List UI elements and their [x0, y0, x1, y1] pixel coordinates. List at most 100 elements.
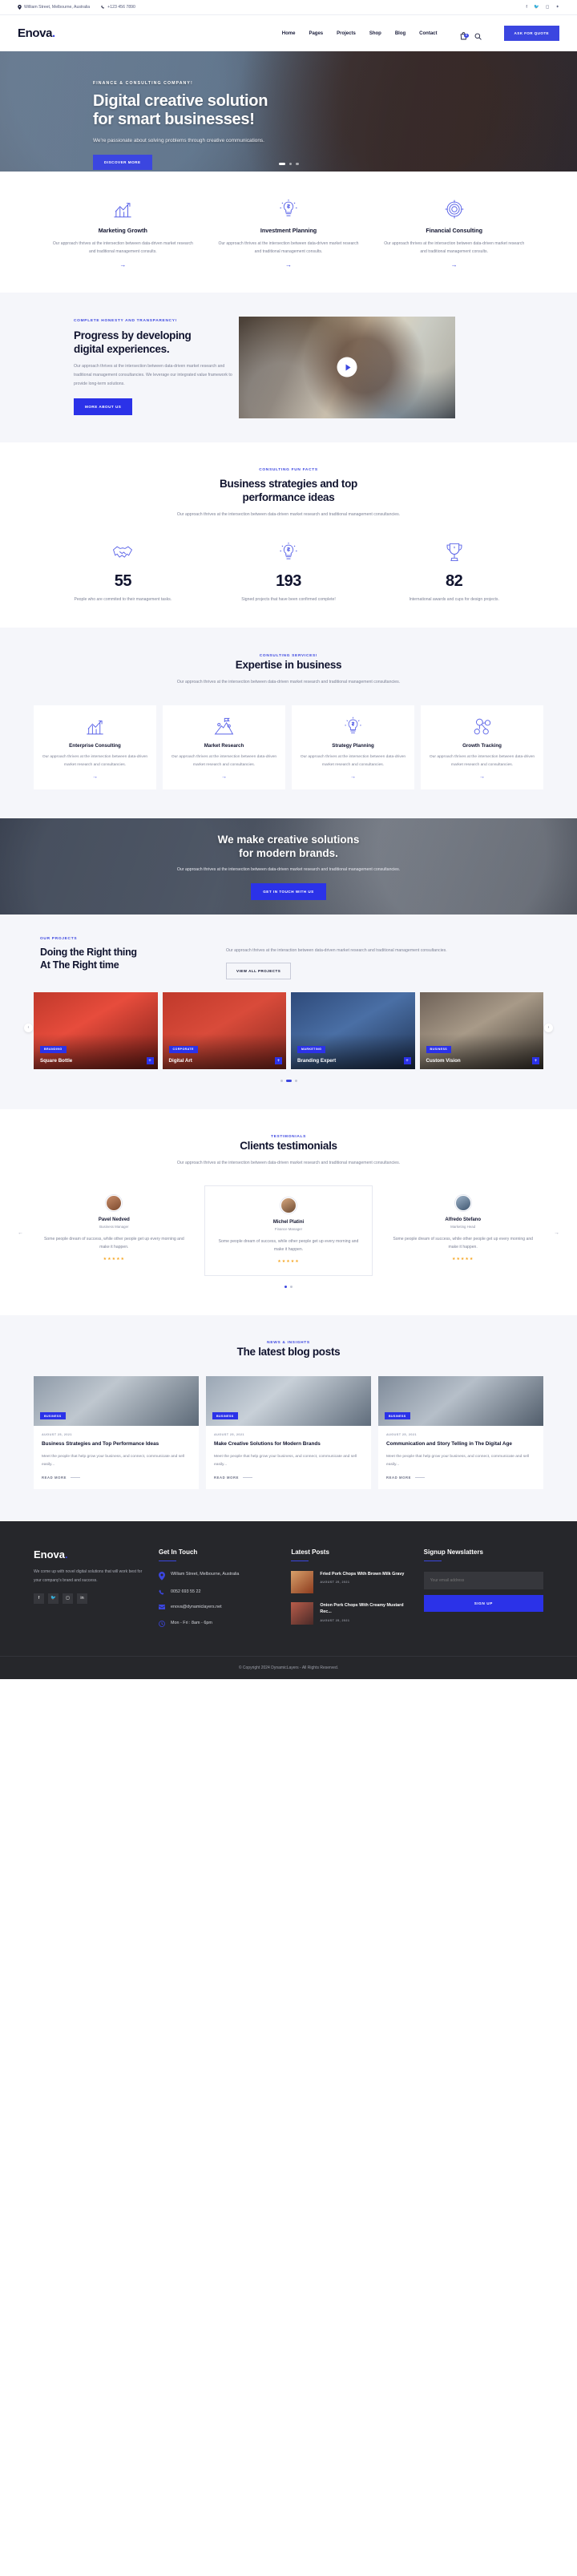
clock-icon [159, 1621, 165, 1627]
counter-item: 55 People who are commited to their mana… [40, 542, 206, 604]
read-more-link[interactable]: READ MORE [42, 1476, 191, 1480]
project-card[interactable]: BUSINESS Custom Vision + [419, 992, 543, 1070]
arrow-right-icon[interactable]: → [42, 774, 148, 780]
twitter-icon[interactable]: 🐦 [48, 1593, 59, 1604]
instagram-icon[interactable]: ◻ [546, 5, 550, 10]
blog-thumbnail: BUSINESS [34, 1376, 199, 1427]
get-in-touch-button[interactable]: GET IN TOUCH WITH US [251, 882, 326, 900]
newsletter-email-input[interactable] [423, 1572, 543, 1590]
play-button-icon[interactable] [337, 357, 357, 378]
nav-item-pages[interactable]: Pages [309, 31, 323, 36]
blog-card[interactable]: BUSINESS AUGUST 25, 2021 Communication a… [378, 1376, 543, 1490]
projects-section: OUR PROJECTS Doing the Right thing At Th… [0, 915, 577, 1110]
footer-post-date: AUGUST 25, 2021 [320, 1581, 350, 1585]
arrow-right-icon[interactable]: → [382, 261, 526, 269]
expertise-card-text: Our approach thrives at the intersection… [42, 755, 148, 768]
footer-post-item[interactable]: Fried Pork Chops With Brown Milk Gravy A… [291, 1571, 410, 1594]
cart-icon[interactable]: 0 [460, 30, 469, 40]
read-more-dash [243, 1477, 252, 1479]
facebook-icon[interactable]: f [526, 5, 527, 10]
footer-post-date: AUGUST 25, 2021 [320, 1618, 350, 1622]
footer-contact-phone[interactable]: 0052 693 55 22 [159, 1589, 278, 1596]
hero-dot-3[interactable] [296, 162, 299, 165]
testimonials-next-arrow[interactable]: → [554, 1230, 559, 1236]
blog-post-title: Make Creative Solutions for Modern Brand… [214, 1441, 321, 1447]
arrow-right-icon[interactable]: → [51, 261, 195, 269]
newsletter-signup-button[interactable]: SIGN UP [423, 1595, 543, 1613]
ask-for-quote-button[interactable]: ASK FOR QUOTE [503, 26, 559, 41]
blog-date: AUGUST 25, 2021 [386, 1433, 417, 1437]
facebook-icon[interactable]: f [34, 1593, 44, 1604]
blog-card[interactable]: BUSINESS AUGUST 25, 2021 Make Creative S… [206, 1376, 371, 1490]
plus-icon[interactable]: + [403, 1057, 411, 1065]
address-item: William Street, Melbourne, Australia [18, 5, 90, 10]
expertise-card[interactable]: Growth Tracking Our approach thrives at … [421, 705, 543, 789]
blog-date: AUGUST 25, 2021 [214, 1433, 244, 1437]
phone-text: +123 456 7890 [107, 5, 135, 10]
instagram-icon[interactable]: ◻ [63, 1593, 73, 1604]
cta-banner: We make creative solutions for modern br… [0, 818, 577, 915]
plus-icon[interactable]: + [532, 1057, 539, 1065]
footer-contact-email[interactable]: enova@dynamiclayers.net [159, 1604, 278, 1611]
nav-item-contact[interactable]: Contact [419, 31, 437, 36]
counter-label: People who are commited to their managem… [74, 596, 172, 602]
expertise-card[interactable]: Enterprise Consulting Our approach thriv… [34, 705, 156, 789]
project-card[interactable]: BRANDING Square Bottle + [34, 992, 158, 1070]
expertise-card[interactable]: Strategy Planning Our approach thrives a… [292, 705, 414, 789]
read-more-link[interactable]: READ MORE [214, 1476, 363, 1480]
testimonials-dot-2[interactable] [290, 1286, 293, 1289]
service-card[interactable]: Marketing Growth Our approach thrives at… [40, 199, 206, 269]
hero-dot-1[interactable] [278, 162, 285, 165]
logo-dot: . [52, 26, 55, 40]
plus-icon[interactable]: + [146, 1057, 154, 1065]
search-icon[interactable] [474, 30, 482, 40]
projects-dot-3[interactable] [294, 1080, 297, 1083]
service-card[interactable]: Investment Planning Our approach thrives… [206, 199, 372, 269]
linkedin-icon[interactable]: in [77, 1593, 87, 1604]
counter-item: 82 International awards and cups for des… [371, 542, 537, 604]
projects-paragraph: Our approach thrives at the interaction … [226, 948, 447, 953]
footer-post-thumbnail [291, 1602, 314, 1625]
testimonial-card: Pavel Nedved Business Manager Some peopl… [30, 1185, 198, 1273]
project-tag: MARKETING [297, 1045, 326, 1053]
project-card[interactable]: MARKETING Branding Expert + [291, 992, 415, 1070]
expertise-card[interactable]: Market Research Our approach thrives at … [163, 705, 285, 789]
plus-icon[interactable]: + [275, 1057, 282, 1065]
hero-paragraph: We're passionate about solving problems … [93, 137, 264, 143]
service-card[interactable]: Financial Consulting Our approach thrive… [371, 199, 537, 269]
view-all-projects-button[interactable]: VIEW ALL PROJECTS [226, 963, 292, 980]
projects-dot-1[interactable] [280, 1080, 283, 1083]
testimonials-dot-1[interactable] [284, 1286, 287, 1289]
phone-item[interactable]: +123 456 7890 [101, 5, 135, 10]
arrow-right-icon[interactable]: → [217, 261, 361, 269]
nav-item-shop[interactable]: Shop [369, 31, 381, 36]
counter-label: International awards and cups for design… [409, 596, 499, 602]
blog-card[interactable]: BUSINESS AUGUST 25, 2021 Business Strate… [34, 1376, 199, 1490]
behance-icon[interactable]: ✦ [555, 5, 559, 10]
projects-next-arrow[interactable]: › [544, 1023, 553, 1032]
projects-dot-2[interactable] [285, 1080, 292, 1083]
footer-post-item[interactable]: Onion Pork Chops With Creamy Mustard Rec… [291, 1602, 410, 1625]
footer-about: Enova. We come up with novel digital sol… [34, 1548, 146, 1635]
footer-logo[interactable]: Enova. [34, 1548, 146, 1561]
target-dollar-icon [382, 199, 526, 220]
hero-dot-2[interactable] [288, 162, 292, 165]
twitter-icon[interactable]: 🐦 [534, 5, 539, 10]
project-card[interactable]: CORPORATE Digital Art + [162, 992, 286, 1070]
service-title: Financial Consulting [426, 227, 483, 234]
nav-item-home[interactable]: Home [282, 31, 296, 36]
more-about-us-button[interactable]: MORE ABOUT US [74, 398, 133, 416]
read-more-link[interactable]: READ MORE [386, 1476, 535, 1480]
project-title: Custom Vision [426, 1058, 461, 1064]
logo[interactable]: Enova. [18, 26, 55, 40]
arrow-right-icon[interactable]: → [171, 774, 277, 780]
nav-item-projects[interactable]: Projects [337, 31, 356, 36]
testimonials-prev-arrow[interactable]: ← [18, 1230, 23, 1236]
footer-social: f 🐦 ◻ in [34, 1593, 146, 1604]
project-tag: BUSINESS [426, 1045, 452, 1053]
progress-paragraph: Our approach thrives at the intersection… [74, 364, 232, 387]
projects-prev-arrow[interactable]: ‹ [24, 1023, 33, 1032]
arrow-right-icon[interactable]: → [429, 774, 535, 780]
arrow-right-icon[interactable]: → [300, 774, 406, 780]
nav-item-blog[interactable]: Blog [395, 31, 406, 36]
